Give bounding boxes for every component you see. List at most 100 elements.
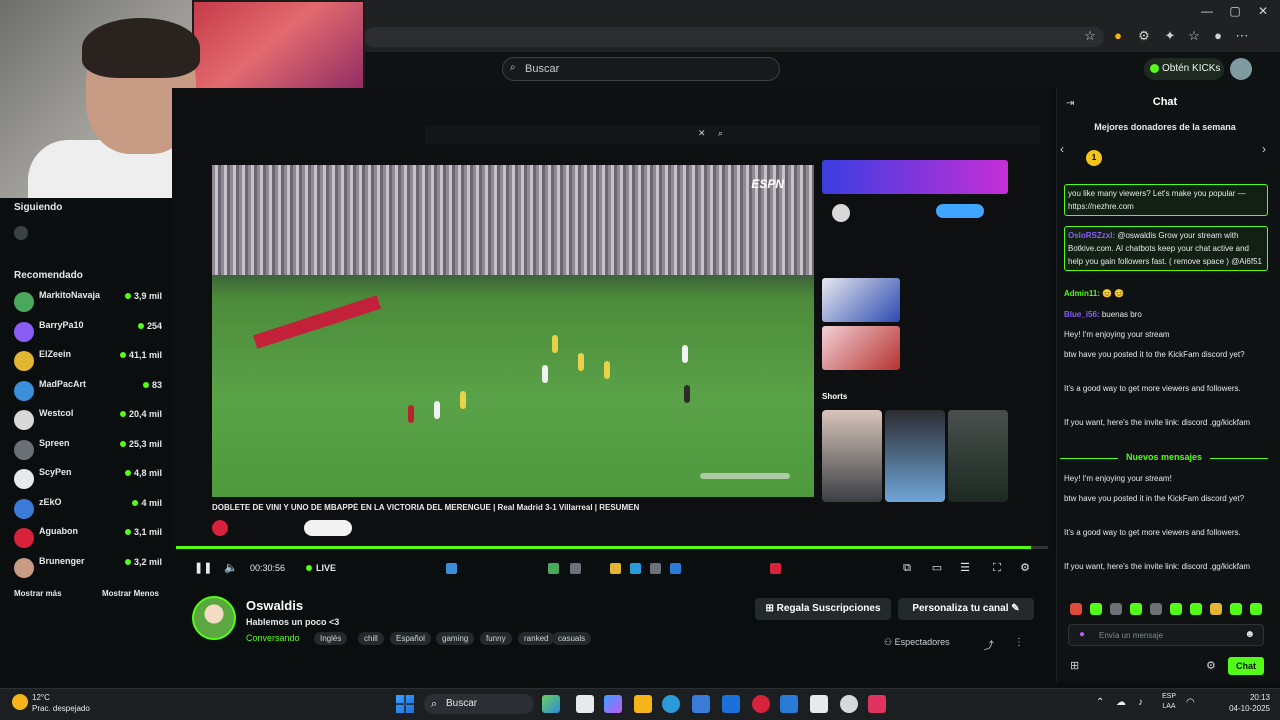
chat-message[interactable]: Hey! I'm enjoying your stream! — [1064, 472, 1268, 485]
taskbar-search[interactable]: ⌕ Buscar — [424, 694, 534, 714]
weather-widget[interactable]: 12°C Prac. despejado — [12, 692, 90, 714]
get-kicks-button[interactable]: Obtén KICKs — [1144, 58, 1224, 80]
maximize-icon[interactable]: ▢ — [1224, 2, 1246, 20]
close-search-icon[interactable]: ✕ — [698, 128, 706, 139]
recommended-thumb[interactable] — [822, 326, 900, 370]
show-more-link[interactable]: Mostrar más — [14, 589, 62, 598]
favorites-icon[interactable]: ✦ — [1162, 28, 1178, 44]
menu-icon[interactable]: ⋯ — [1234, 28, 1250, 44]
copilot-icon[interactable] — [604, 695, 622, 713]
chat-toggle-icon[interactable]: ☰ — [958, 561, 972, 575]
stream-tag[interactable]: gaming — [436, 632, 475, 645]
chat-message[interactable]: btw have you posted it in the KickFam di… — [1064, 492, 1268, 505]
chat-message[interactable]: you like many viewers? Let's make you po… — [1064, 184, 1268, 216]
stream-tag[interactable]: chill — [358, 632, 384, 645]
extension-icon[interactable]: ● — [1110, 28, 1126, 44]
emote-icon[interactable] — [1210, 603, 1222, 615]
emote-icon[interactable] — [1150, 603, 1162, 615]
stream-tag[interactable]: Español — [390, 632, 431, 645]
subscribe-button[interactable] — [304, 520, 352, 536]
task-view-icon[interactable] — [576, 695, 594, 713]
live-indicator[interactable]: LIVE — [306, 563, 336, 573]
clip-icon[interactable]: ⧉ — [900, 561, 914, 575]
sidebar-channel[interactable]: BarryPa10 254 — [12, 320, 164, 348]
tray-app-icon[interactable]: ☁ — [1116, 697, 1126, 708]
stream-category[interactable]: Conversando — [246, 633, 300, 643]
short-thumb[interactable] — [885, 410, 945, 502]
language-indicator[interactable]: ESP LAA — [1158, 692, 1180, 712]
chat-message[interactable]: If you want, here's the invite link: dis… — [1064, 416, 1268, 429]
chat-username[interactable]: Blue_i56: — [1064, 310, 1100, 319]
edge-icon[interactable] — [662, 695, 680, 713]
emote-icon[interactable] — [1170, 603, 1182, 615]
stream-tag[interactable]: Inglés — [314, 632, 348, 645]
collections-icon[interactable]: ☆ — [1186, 28, 1202, 44]
chat-settings-icon[interactable]: ⚙ — [1206, 659, 1216, 672]
emote-icon[interactable] — [1090, 603, 1102, 615]
emote-icon[interactable] — [1110, 603, 1122, 615]
share-icon[interactable]: ⤴ — [984, 637, 994, 652]
address-bar[interactable] — [364, 27, 1104, 47]
emote-icon[interactable] — [1070, 603, 1082, 615]
football-video[interactable]: ESPN — [212, 165, 814, 497]
emote-icon[interactable] — [1130, 603, 1142, 615]
stream-tag[interactable]: casuals — [552, 632, 592, 645]
chat-message[interactable]: Admin11: 😊 😊 — [1064, 287, 1268, 300]
play-pause-icon[interactable]: ❚❚ — [194, 561, 212, 575]
theater-icon[interactable]: ▭ — [930, 561, 944, 575]
chat-message[interactable]: It's a good way to get more viewers and … — [1064, 526, 1268, 539]
search-input[interactable]: ⌕ Buscar — [502, 57, 780, 81]
sidebar-channel[interactable]: Aguabon 3,1 mil — [12, 526, 164, 554]
short-thumb[interactable] — [822, 410, 882, 502]
app-icon[interactable] — [810, 695, 828, 713]
sidebar-channel[interactable]: MadPacArt 83 — [12, 379, 164, 407]
recommended-thumb[interactable] — [822, 278, 900, 322]
file-explorer-icon[interactable] — [634, 695, 652, 713]
volume-icon[interactable]: 🔈 — [224, 561, 238, 575]
gift-chat-icon[interactable]: ⊞ — [1070, 659, 1079, 672]
widgets-app-icon[interactable] — [542, 695, 560, 713]
show-less-link[interactable]: Mostrar Menos — [102, 589, 159, 598]
sidebar-channel[interactable]: ElZeein 41,1 mil — [12, 349, 164, 377]
star-icon[interactable]: ☆ — [1082, 28, 1098, 44]
channel-name[interactable]: Oswaldis — [246, 598, 303, 613]
chat-message[interactable]: Hey! I'm enjoying your stream — [1064, 328, 1268, 341]
sidebar-channel[interactable]: ScyPen 4,8 mil — [12, 467, 164, 495]
emote-icon[interactable] — [1190, 603, 1202, 615]
ad-cta-button[interactable] — [936, 204, 984, 218]
extensions-icon[interactable]: ⚙ — [1136, 28, 1152, 44]
chat-username[interactable]: Admin11: — [1064, 289, 1100, 298]
emote-icon[interactable] — [1230, 603, 1242, 615]
chrome-icon[interactable] — [840, 695, 858, 713]
app-icon[interactable] — [752, 695, 770, 713]
wifi-icon[interactable]: ◠ — [1186, 697, 1195, 708]
more-options-icon[interactable]: ⋮ — [1014, 637, 1024, 648]
chat-message[interactable]: If you want, here's the invite link: dis… — [1064, 560, 1268, 573]
chat-message[interactable]: OsloRSZzxl: @oswaldis Grow your stream w… — [1064, 226, 1268, 271]
stream-tag[interactable]: ranked — [518, 632, 555, 645]
emote-icon[interactable] — [1250, 603, 1262, 615]
chat-message[interactable]: btw have you posted it to the KickFam di… — [1064, 348, 1268, 361]
profile-icon[interactable]: ● — [1210, 28, 1226, 44]
sidebar-channel[interactable]: Westcol 20,4 mil — [12, 408, 164, 436]
sidebar-channel[interactable]: MarkitoNavaja 3,9 mil — [12, 290, 164, 318]
ad-banner[interactable] — [822, 160, 1008, 194]
security-icon[interactable] — [780, 695, 798, 713]
short-thumb[interactable] — [948, 410, 1008, 502]
store-icon[interactable] — [692, 695, 710, 713]
stream-tag[interactable]: funny — [480, 632, 512, 645]
chat-input[interactable]: ● Envía un mensaje ☻ — [1068, 624, 1264, 646]
outlook-icon[interactable] — [722, 695, 740, 713]
chat-send-button[interactable]: Chat — [1228, 657, 1264, 675]
settings-icon[interactable]: ⚙ — [1018, 561, 1032, 575]
channel-avatar[interactable] — [192, 596, 236, 640]
sidebar-channel[interactable]: Spreen 25,3 mil — [12, 438, 164, 466]
emoji-icon[interactable]: ☻ — [1244, 629, 1255, 640]
customize-channel-button[interactable]: Personaliza tu canal ✎ — [898, 598, 1034, 620]
tray-chevron-icon[interactable]: ⌃ — [1096, 697, 1104, 708]
chat-message[interactable]: It's a good way to get more viewers and … — [1064, 382, 1268, 395]
user-avatar[interactable] — [1230, 58, 1252, 80]
chevron-left-icon[interactable]: ‹ — [1060, 142, 1064, 156]
chat-message[interactable]: Blue_i56: buenas bro — [1064, 308, 1268, 321]
minimize-icon[interactable]: — — [1196, 2, 1218, 20]
